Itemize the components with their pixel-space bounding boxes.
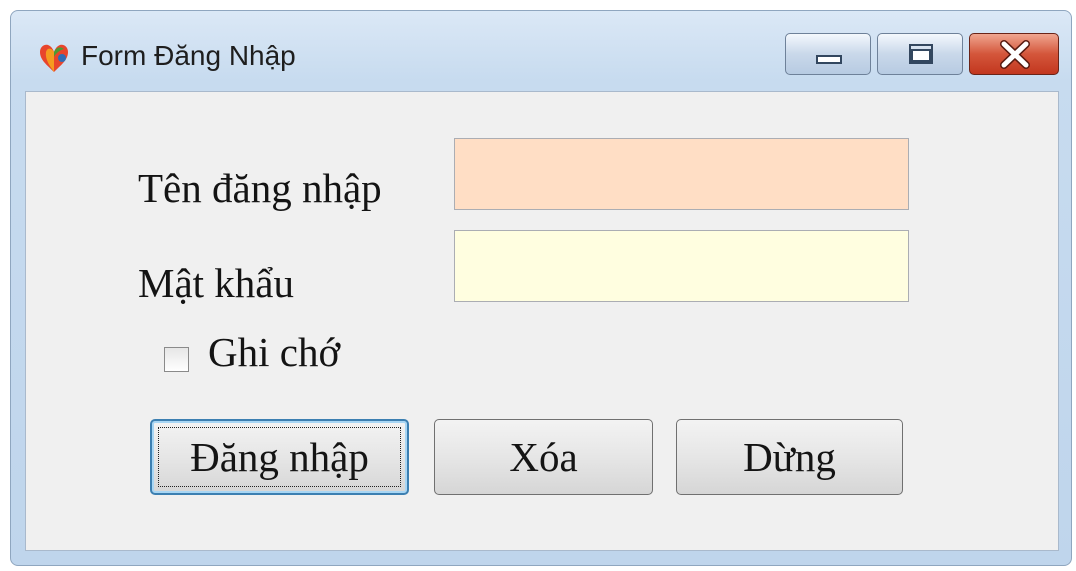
clear-button[interactable]: Xóa bbox=[434, 419, 653, 495]
username-label: Tên đăng nhập bbox=[138, 165, 382, 211]
minimize-button[interactable] bbox=[785, 33, 871, 75]
login-window: Form Đăng Nhập Tên đăng nhập Mật khẩu Gh… bbox=[10, 10, 1072, 566]
title-bar[interactable]: Form Đăng Nhập bbox=[11, 11, 1071, 89]
maximize-button[interactable] bbox=[877, 33, 963, 75]
minimize-icon bbox=[816, 55, 842, 64]
focus-indicator bbox=[158, 427, 401, 487]
remember-label[interactable]: Ghi chớ bbox=[208, 328, 340, 376]
stop-button-label: Dừng bbox=[743, 434, 836, 480]
password-label: Mật khẩu bbox=[138, 260, 294, 306]
window-title: Form Đăng Nhập bbox=[81, 40, 296, 71]
close-icon bbox=[1000, 40, 1030, 69]
form-client-area: Tên đăng nhập Mật khẩu Ghi chớ Đăng nhập… bbox=[25, 91, 1059, 551]
maximize-icon bbox=[909, 44, 933, 64]
close-button[interactable] bbox=[969, 33, 1059, 75]
login-button[interactable]: Đăng nhập bbox=[150, 419, 409, 495]
clear-button-label: Xóa bbox=[509, 434, 578, 480]
username-input[interactable] bbox=[454, 138, 909, 210]
stop-button[interactable]: Dừng bbox=[676, 419, 903, 495]
remember-checkbox[interactable] bbox=[164, 347, 189, 372]
password-input[interactable] bbox=[454, 230, 909, 302]
app-logo-icon bbox=[40, 44, 68, 72]
